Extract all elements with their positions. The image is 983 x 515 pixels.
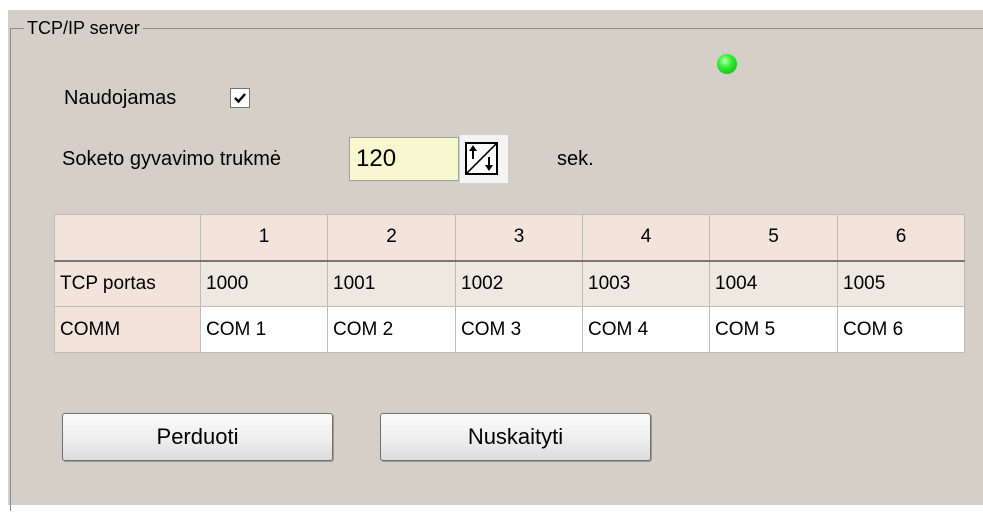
comm-port-cell[interactable]: COM 1 <box>200 306 328 353</box>
column-header: 4 <box>582 214 710 262</box>
column-header: 1 <box>200 214 328 262</box>
table-header-row: 1 2 3 4 5 6 <box>54 214 965 262</box>
column-header: 5 <box>709 214 838 262</box>
checkmark-icon <box>234 93 246 104</box>
status-indicator-icon <box>717 54 737 74</box>
socket-lifetime-input[interactable] <box>349 137 459 181</box>
group-title: TCP/IP server <box>24 17 143 39</box>
table-row: TCP portas 1000 1001 1002 1003 1004 1005 <box>54 260 965 307</box>
seconds-unit-label: sek. <box>557 148 594 170</box>
in-use-label: Naudojamas <box>64 87 177 109</box>
tcp-port-cell[interactable]: 1000 <box>200 260 328 307</box>
spin-arrows-icon <box>465 142 498 175</box>
read-button[interactable]: Nuskaityti <box>380 413 651 461</box>
send-button[interactable]: Perduoti <box>62 413 333 461</box>
socket-lifetime-label: Soketo gyvavimo trukmė <box>62 148 281 170</box>
comm-port-cell[interactable]: COM 6 <box>837 306 965 353</box>
table-row: COMM COM 1 COM 2 COM 3 COM 4 COM 5 COM 6 <box>54 306 965 353</box>
column-header: 6 <box>837 214 965 262</box>
comm-port-cell[interactable]: COM 2 <box>327 306 456 353</box>
row-header: TCP portas <box>54 260 201 307</box>
row-header: COMM <box>54 306 201 353</box>
tcp-port-cell[interactable]: 1005 <box>837 260 965 307</box>
column-header: 3 <box>455 214 583 262</box>
tcp-port-cell[interactable]: 1004 <box>709 260 838 307</box>
tcp-port-cell[interactable]: 1001 <box>327 260 456 307</box>
column-header: 2 <box>327 214 456 262</box>
spin-button[interactable] <box>459 134 509 184</box>
tcp-port-cell[interactable]: 1003 <box>582 260 710 307</box>
in-use-checkbox[interactable] <box>230 88 250 108</box>
corner-cell <box>54 214 201 262</box>
comm-port-cell[interactable]: COM 3 <box>455 306 583 353</box>
port-mapping-table: 1 2 3 4 5 6 TCP portas 1000 1001 1002 10… <box>54 214 965 353</box>
tcp-port-cell[interactable]: 1002 <box>455 260 583 307</box>
comm-port-cell[interactable]: COM 5 <box>709 306 838 353</box>
comm-port-cell[interactable]: COM 4 <box>582 306 710 353</box>
